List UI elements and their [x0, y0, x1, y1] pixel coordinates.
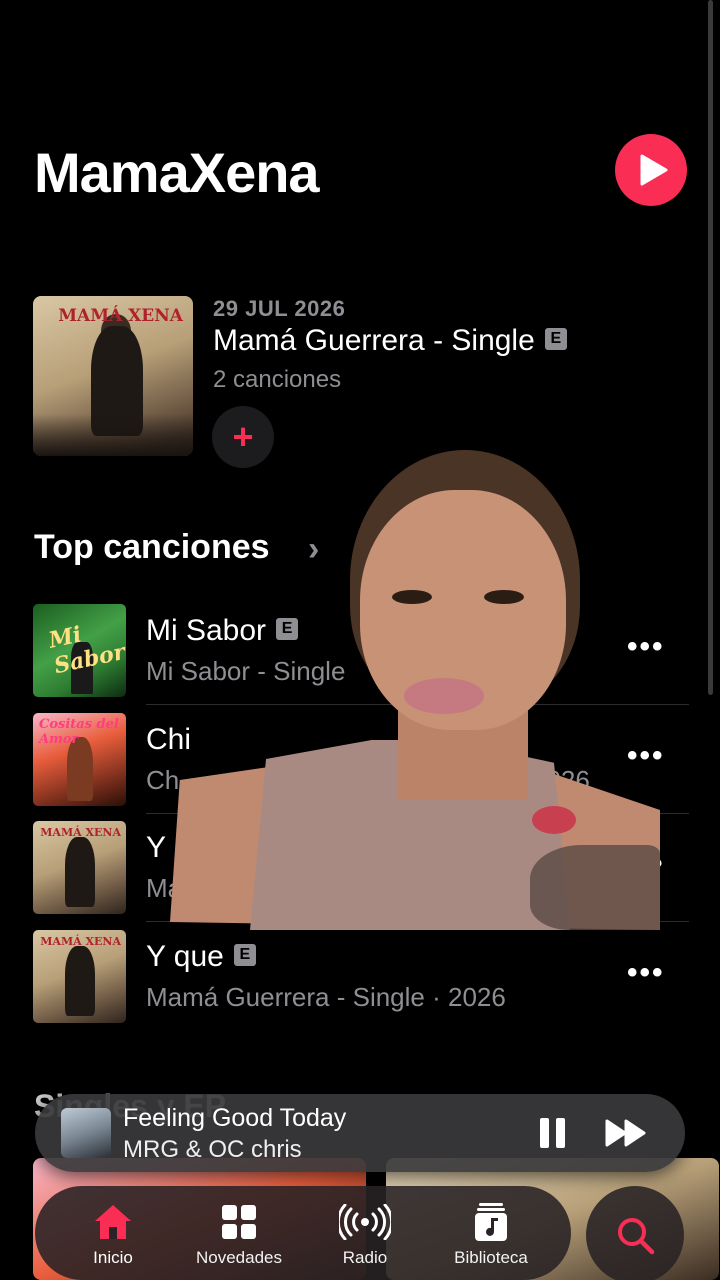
top-songs-list: Mi Sabor Mi Sabor E Mi Sabor - Single •••…	[33, 604, 689, 1038]
scroll-indicator[interactable]	[708, 0, 713, 695]
now-playing-artwork	[61, 1108, 111, 1158]
list-item[interactable]: Cositas del Amor Chi Ch 2026 •••	[33, 712, 689, 822]
more-options-icon[interactable]: •••	[627, 739, 665, 773]
release-title-text: Mamá Guerrera - Single	[213, 324, 535, 357]
song-artwork: Mi Sabor	[33, 604, 126, 697]
tab-label: Biblioteca	[454, 1248, 528, 1267]
list-item[interactable]: MAMÁ XENA Y Mamá Gu •••	[33, 821, 689, 930]
plus-icon: +	[232, 416, 254, 457]
divider	[146, 812, 689, 814]
search-icon	[618, 1218, 655, 1255]
divider	[146, 704, 689, 705]
tab-radio[interactable]: Radio	[305, 1202, 425, 1268]
radio-waves-icon	[339, 1204, 391, 1240]
pause-icon[interactable]	[540, 1118, 568, 1148]
release-title[interactable]: Mamá Guerrera - Single E	[213, 324, 567, 358]
song-artwork: MAMÁ XENA	[33, 929, 126, 1023]
more-options-icon[interactable]: •••	[627, 956, 665, 990]
song-title: Y	[146, 831, 167, 864]
more-options-icon[interactable]: •••	[627, 847, 665, 881]
release-date: 29 JUL 2026	[213, 296, 346, 321]
explicit-badge: E	[276, 618, 299, 641]
explicit-badge: E	[233, 943, 256, 966]
now-playing-title: Feeling Good Today	[123, 1104, 347, 1132]
search-button[interactable]	[586, 1186, 684, 1280]
tab-label: Radio	[342, 1248, 388, 1267]
music-library-icon	[475, 1203, 507, 1241]
song-subtitle: Mi Sabor - Single	[146, 656, 346, 686]
song-title: Mi Sabor E	[146, 614, 299, 648]
artist-name: MamaXena	[34, 141, 320, 204]
mini-player[interactable]: Feeling Good Today MRG & OC chris	[35, 1094, 685, 1172]
grid-icon	[222, 1205, 256, 1239]
fast-forward-icon[interactable]	[605, 1118, 647, 1148]
song-artwork: MAMÁ XENA	[33, 821, 126, 914]
top-songs-header[interactable]: Top canciones	[34, 528, 270, 567]
song-year: 2026	[532, 764, 590, 795]
list-item[interactable]: Mi Sabor Mi Sabor E Mi Sabor - Single •••	[33, 604, 689, 713]
now-playing-artist: MRG & OC chris	[123, 1136, 302, 1163]
song-artwork: Cositas del Amor	[33, 712, 126, 806]
list-item[interactable]: MAMÁ XENA Y que E Mamá Guerrera - Single …	[33, 929, 689, 1039]
explicit-badge: E	[544, 328, 567, 351]
tab-bar: Inicio Novedades Radio Biblioteca	[35, 1186, 571, 1280]
divider	[146, 921, 689, 922]
play-button[interactable]	[615, 134, 687, 206]
song-subtitle: Mamá Gu	[146, 873, 261, 903]
latest-release-cover[interactable]: MAMÁ XENA	[33, 296, 193, 456]
play-icon	[640, 154, 668, 186]
tab-inicio[interactable]: Inicio	[53, 1202, 173, 1268]
tab-novedades[interactable]: Novedades	[179, 1202, 299, 1268]
more-options-icon[interactable]: •••	[627, 630, 665, 664]
song-subtitle: Ch 2026	[146, 764, 590, 795]
cover-logo-text: MAMÁ XENA	[58, 306, 183, 326]
tab-biblioteca[interactable]: Biblioteca	[431, 1202, 551, 1268]
house-icon	[95, 1205, 131, 1239]
song-subtitle: Mamá Guerrera - Single · 2026	[146, 981, 506, 1012]
song-title: Chi	[146, 722, 192, 756]
add-to-library-button[interactable]: +	[212, 406, 274, 468]
tab-label: Novedades	[195, 1248, 282, 1267]
release-track-count: 2 canciones	[213, 366, 342, 393]
song-title: Y que E	[146, 940, 256, 974]
tab-label: Inicio	[93, 1248, 133, 1267]
chevron-right-icon[interactable]: ›	[308, 530, 319, 569]
